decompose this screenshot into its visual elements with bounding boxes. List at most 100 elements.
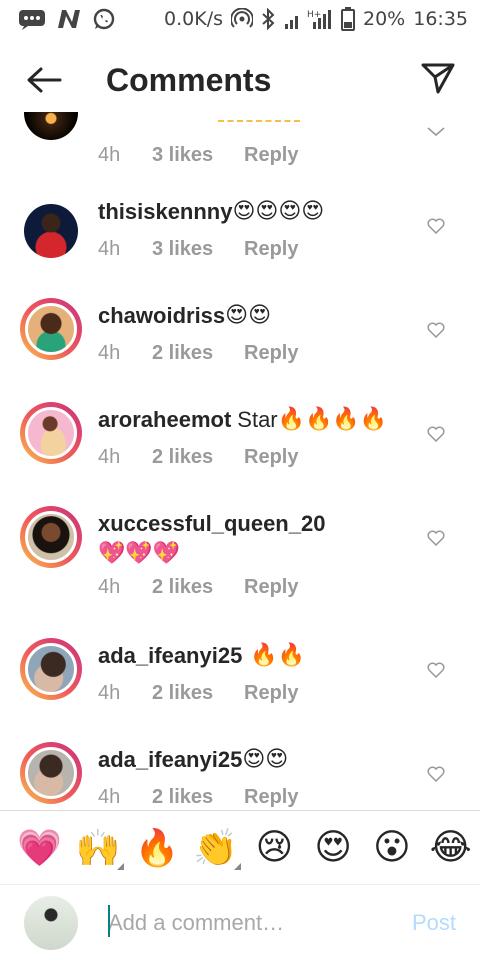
comment-meta: 4h 3 likes Reply [98, 144, 298, 167]
clock: 16:35 [413, 8, 468, 30]
comment-emoji: 😍😍😍😍 [232, 199, 325, 224]
comment-emoji: 🔥🔥🔥🔥 [277, 407, 388, 432]
avatar[interactable] [20, 506, 82, 568]
comment-item: xuccessful_queen_20 💖💖💖 4h 2 likes Reply [0, 506, 480, 638]
emoji-laugh-button[interactable]: 😂 [421, 818, 480, 878]
like-button[interactable] [424, 120, 448, 144]
comment-username[interactable]: thisiskennny [98, 199, 232, 225]
reply-button[interactable]: Reply [244, 786, 298, 809]
emoji-glyph: 🙌 [75, 827, 121, 869]
arrow-left-icon [27, 67, 62, 93]
comment-composer [0, 884, 480, 960]
my-avatar [24, 895, 78, 950]
post-button[interactable]: Post [412, 910, 456, 936]
battery-percent: 20% [363, 8, 406, 30]
emoji-quick-bar: 💗 🙌 🔥 👏 😢 😍 😮 😂 [0, 810, 480, 884]
comment-meta: 4h 2 likes Reply [98, 682, 298, 705]
avatar[interactable] [20, 402, 82, 464]
comment-time: 4h [98, 446, 121, 468]
reply-button[interactable]: Reply [244, 342, 298, 365]
likes-count[interactable]: 2 likes [152, 682, 244, 705]
comment-emoji: 💖💖💖 [98, 541, 181, 566]
avatar[interactable] [20, 298, 82, 360]
avatar[interactable] [20, 742, 82, 804]
comment-username[interactable]: aroraheemot [98, 407, 231, 433]
emoji-clap-button[interactable]: 👏 [186, 818, 245, 878]
reply-button[interactable]: Reply [244, 682, 298, 705]
comment-username[interactable]: ada_ifeanyi25 [98, 747, 242, 773]
comment-text-line: chawoidriss 😍😍 [98, 302, 271, 330]
comment-item: 4h 3 likes Reply [0, 112, 480, 166]
header: Comments [0, 50, 480, 110]
likes-count[interactable]: 2 likes [152, 342, 244, 365]
like-button[interactable] [424, 762, 448, 786]
emoji-heart-button[interactable]: 💗 [10, 818, 69, 878]
text-caret [108, 905, 110, 937]
comment-username[interactable]: xuccessful_queen_20 [98, 511, 325, 537]
likes-count[interactable]: 3 likes [152, 238, 244, 261]
page-title: Comments [106, 61, 272, 98]
comment-text-line: ada_ifeanyi25 😍😍 [98, 746, 288, 774]
comment-text-line: xuccessful_queen_20 [98, 510, 325, 538]
like-button[interactable] [424, 318, 448, 342]
comment-item: thisiskennny 😍😍😍😍 4h 3 likes Reply [0, 198, 480, 294]
status-left [18, 7, 116, 31]
heart-icon [427, 426, 445, 442]
comment-text-line: aroraheemot Star 🔥🔥🔥🔥 [98, 406, 387, 434]
comment-username[interactable]: chawoidriss [98, 303, 225, 329]
status-right: 0.0K/s H+ 20% 16:35 [164, 7, 468, 31]
network-speed: 0.0K/s [164, 8, 223, 30]
likes-count[interactable]: 2 likes [152, 786, 244, 809]
emoji-wow-button[interactable]: 😮 [363, 818, 422, 878]
heart-icon [427, 662, 445, 678]
heart-icon [427, 218, 445, 234]
skin-tone-indicator [234, 862, 241, 870]
battery-icon [341, 7, 355, 31]
reply-button[interactable]: Reply [244, 144, 298, 167]
signal-icon: H+ [285, 10, 331, 29]
avatar[interactable] [20, 638, 82, 700]
status-bar: 0.0K/s H+ 20% 16:35 [0, 0, 480, 38]
like-button[interactable] [424, 214, 448, 238]
comment-time: 4h [98, 786, 121, 808]
reply-button[interactable]: Reply [244, 446, 298, 469]
heart-icon [427, 530, 445, 546]
message-icon [19, 10, 45, 30]
comment-username[interactable]: ada_ifeanyi25 [98, 643, 242, 669]
comment-list[interactable]: 4h 3 likes Reply thisiskennny 😍😍😍😍 4h 3 … [0, 112, 480, 810]
truncated-text-decoration [218, 120, 300, 122]
share-button[interactable] [416, 56, 460, 100]
avatar[interactable] [20, 200, 82, 262]
emoji-fire-button[interactable]: 🔥 [128, 818, 187, 878]
back-button[interactable] [18, 54, 70, 106]
comment-item: chawoidriss 😍😍 4h 2 likes Reply [0, 298, 480, 398]
n-app-icon [58, 10, 80, 28]
comment-time: 4h [98, 238, 121, 260]
likes-count[interactable]: 3 likes [152, 144, 244, 167]
skin-tone-indicator [116, 862, 124, 870]
hotspot-icon [231, 8, 253, 28]
comment-text-line: thisiskennny 😍😍😍😍 [98, 198, 324, 226]
reply-button[interactable]: Reply [244, 576, 298, 599]
heart-icon [427, 766, 445, 782]
emoji-glyph: 👏 [193, 827, 239, 869]
like-button[interactable] [424, 658, 448, 682]
like-button[interactable] [424, 422, 448, 446]
comment-meta: 4h 2 likes Reply [98, 576, 298, 599]
heart-icon [427, 322, 445, 338]
emoji-cry-button[interactable]: 😢 [245, 818, 304, 878]
reply-button[interactable]: Reply [244, 238, 298, 261]
comment-emoji: 😍😍 [242, 747, 289, 772]
emoji-raised-hands-button[interactable]: 🙌 [69, 818, 128, 878]
likes-count[interactable]: 2 likes [152, 446, 244, 469]
likes-count[interactable]: 2 likes [152, 576, 244, 599]
comment-meta: 4h 2 likes Reply [98, 446, 298, 469]
like-button[interactable] [424, 526, 448, 550]
whatsapp-icon [93, 8, 115, 30]
emoji-heart-eyes-button[interactable]: 😍 [304, 818, 363, 878]
avatar[interactable] [20, 112, 82, 144]
comment-item: ada_ifeanyi25 🔥🔥 4h 2 likes Reply [0, 638, 480, 738]
paper-plane-icon [421, 63, 455, 94]
comment-input[interactable] [108, 902, 378, 943]
comment-item: aroraheemot Star 🔥🔥🔥🔥 4h 2 likes Reply [0, 402, 480, 502]
